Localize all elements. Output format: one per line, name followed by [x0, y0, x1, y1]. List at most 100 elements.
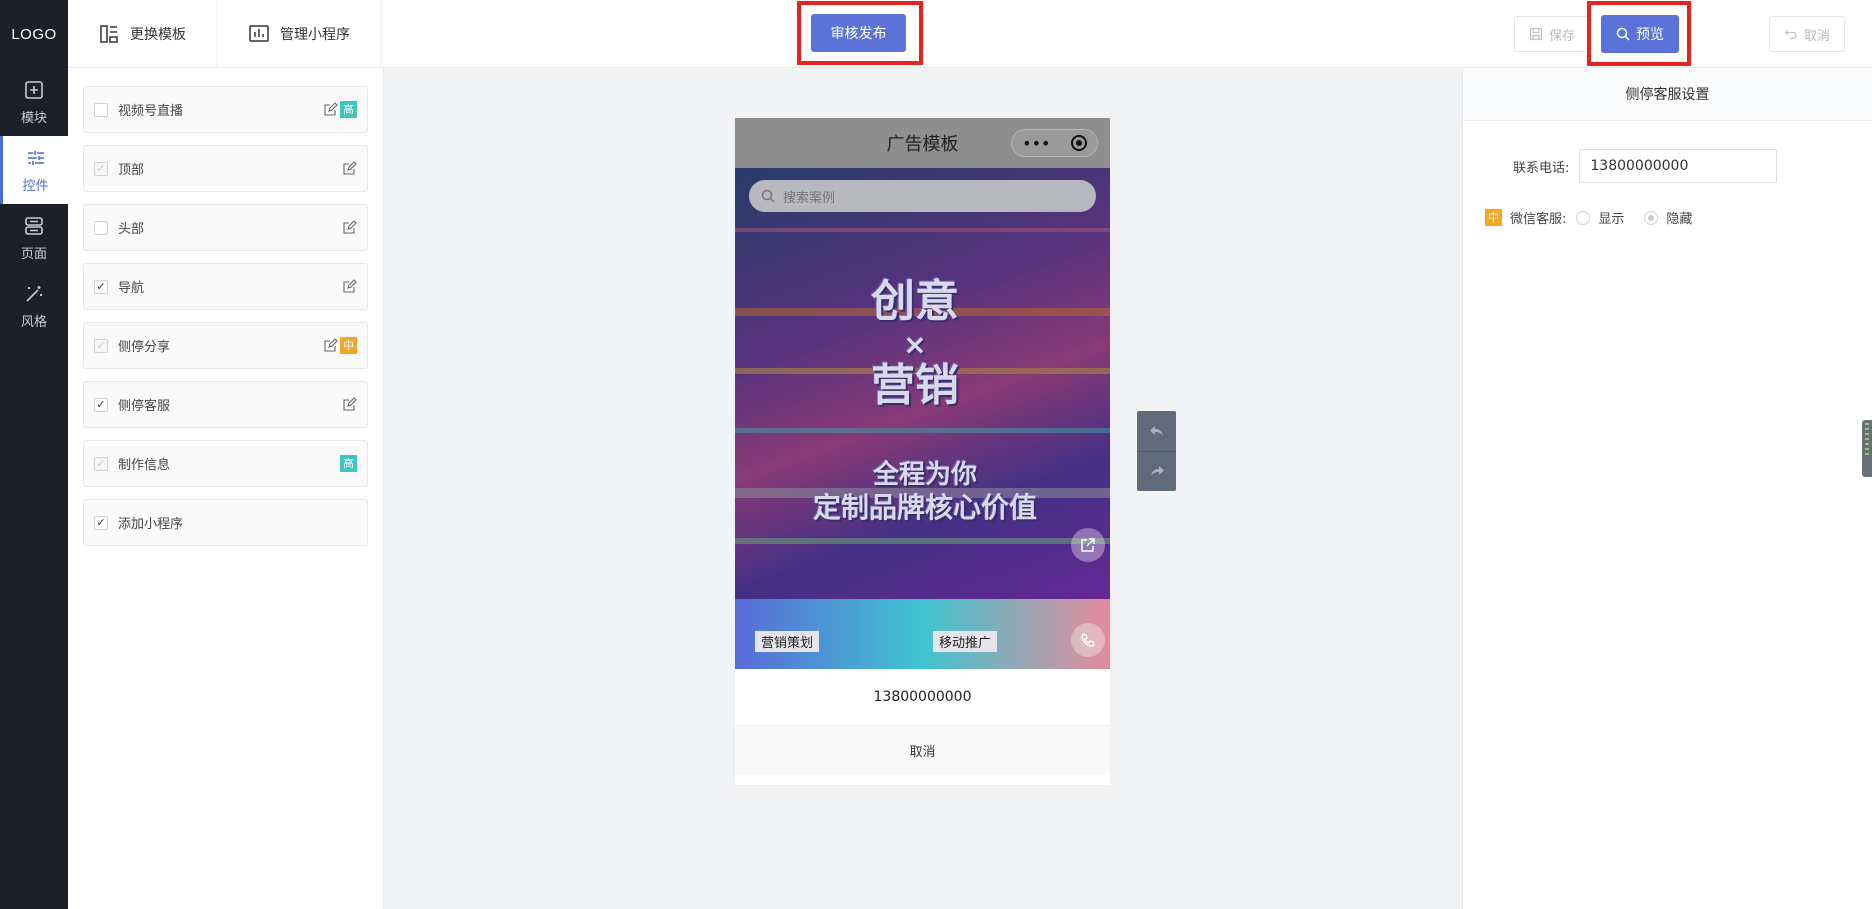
phone-number-option[interactable]: 13800000000 — [735, 669, 1110, 726]
bar-chart-icon — [249, 25, 269, 42]
left-rail: LOGO 模块 控件 页面 风格 — [0, 0, 68, 909]
close-target-icon[interactable] — [1070, 135, 1087, 151]
widget-checkbox[interactable] — [94, 102, 108, 117]
save-button[interactable]: 保存 — [1514, 16, 1590, 52]
slogan-line4: 定制品牌核心价值 — [812, 491, 1037, 524]
widget-label: 侧停分享 — [118, 340, 171, 355]
widget-label: 添加小程序 — [118, 517, 184, 532]
wechat-setting-row: 中 微信客服: 显示 隐藏 — [1483, 208, 1692, 227]
widget-item-header[interactable]: 头部 — [83, 204, 368, 251]
more-icon[interactable]: ••• — [1022, 134, 1050, 153]
undo-icon — [1784, 29, 1797, 40]
search-placeholder: 搜索案例 — [783, 190, 836, 206]
save-icon — [1529, 27, 1543, 41]
phone-preview: 广告模板 ••• 搜索案例 创意 × 营销 全程为你 定制品牌核心价值 营销策划… — [735, 118, 1110, 785]
level-tag: 高 — [340, 101, 357, 118]
save-label: 保存 — [1548, 28, 1575, 44]
slogan-x: × — [903, 328, 927, 361]
radio-show-label[interactable]: 显示 — [1598, 208, 1624, 227]
level-tag: 中 — [1485, 209, 1502, 226]
widget-item-side-share[interactable]: ✓ 侧停分享 中 — [83, 322, 368, 369]
edit-icon[interactable] — [342, 279, 357, 294]
phone-search-bar[interactable]: 搜索案例 — [749, 180, 1096, 212]
widget-item-nav[interactable]: ✓ 导航 — [83, 263, 368, 310]
widget-label: 侧停客服 — [118, 399, 171, 414]
edit-icon[interactable] — [342, 397, 357, 412]
level-tag: 高 — [340, 455, 357, 472]
widget-item-video-live[interactable]: 视频号直播 高 — [83, 86, 368, 133]
phone-icon — [1081, 633, 1095, 647]
edit-icon[interactable] — [342, 161, 357, 176]
widget-checkbox: ✓ — [94, 338, 108, 353]
phone-nav-bar: 广告模板 ••• — [735, 118, 1110, 168]
widget-checkbox[interactable]: ✓ — [94, 515, 108, 530]
rail-item-modules[interactable]: 模块 — [0, 68, 68, 136]
phone-setting-row: 联系电话: 13800000000 — [1513, 149, 1778, 183]
phone-label: 联系电话: — [1513, 160, 1570, 176]
edit-icon[interactable] — [323, 102, 338, 117]
redo-icon — [1150, 466, 1164, 477]
tab-label: 管理小程序 — [280, 27, 350, 43]
tab-label: 更换模板 — [130, 27, 186, 43]
share-float-button[interactable] — [1071, 528, 1105, 562]
rail-item-pages[interactable]: 页面 — [0, 204, 68, 272]
widget-item-top[interactable]: ✓ 顶部 — [83, 145, 368, 192]
search-icon — [761, 189, 775, 203]
cancel-button[interactable]: 取消 — [1769, 16, 1845, 52]
publish-button[interactable]: 审核发布 — [811, 14, 906, 52]
radio-show[interactable] — [1576, 210, 1591, 225]
widget-label: 顶部 — [118, 163, 145, 178]
widget-item-add-miniprogram[interactable]: ✓ 添加小程序 — [83, 499, 368, 546]
search-icon — [1616, 27, 1630, 41]
magic-wand-icon — [26, 285, 42, 302]
widget-checkbox: ✓ — [94, 456, 108, 471]
rail-item-label: 页面 — [20, 246, 47, 262]
undo-button[interactable] — [1137, 411, 1176, 451]
rail-item-style[interactable]: 风格 — [0, 272, 68, 340]
card-label: 营销策划 — [755, 631, 820, 652]
plus-square-icon — [25, 80, 43, 99]
settings-title: 侧停客服设置 — [1463, 68, 1872, 121]
feature-cards[interactable]: 营销策划 移动推广 — [735, 599, 1110, 669]
undo-icon — [1149, 425, 1163, 436]
edit-icon[interactable] — [342, 220, 357, 235]
preview-button[interactable]: 预览 — [1601, 15, 1679, 53]
phone-call-float-button[interactable] — [1071, 623, 1105, 657]
miniprogram-capsule[interactable]: ••• — [1011, 129, 1098, 157]
edit-icon[interactable] — [323, 338, 338, 353]
level-tag: 中 — [340, 337, 357, 354]
widget-checkbox[interactable]: ✓ — [94, 279, 108, 294]
preview-label: 预览 — [1636, 26, 1664, 42]
widget-label: 视频号直播 — [118, 104, 184, 119]
widget-list: 视频号直播 高 ✓ 顶部 头部 ✓ 导航 ✓ 侧停分享 中 ✓ 侧停客服 ✓ 制… — [68, 68, 384, 909]
widget-checkbox[interactable] — [94, 220, 108, 235]
rail-item-label: 控件 — [22, 178, 49, 194]
phone-title: 广告模板 — [886, 134, 959, 155]
widget-item-side-service[interactable]: ✓ 侧停客服 — [83, 381, 368, 428]
widget-label: 头部 — [118, 222, 145, 237]
pages-icon — [25, 216, 43, 235]
cancel-label: 取消 — [1803, 28, 1830, 44]
edge-handle[interactable] — [1862, 420, 1872, 477]
widget-item-credits[interactable]: ✓ 制作信息 高 — [83, 440, 368, 487]
tab-change-template[interactable]: 更换模板 — [68, 0, 217, 68]
ad-banner[interactable]: 搜索案例 创意 × 营销 全程为你 定制品牌核心价值 — [735, 168, 1110, 599]
app-root: LOGO 模块 控件 页面 风格 更换模板 管理小程序 审核发布 保存 预览 取… — [0, 0, 1872, 909]
undo-redo-panel — [1137, 411, 1176, 491]
rail-item-label: 模块 — [20, 110, 47, 126]
widget-label: 导航 — [118, 281, 145, 296]
wechat-label: 微信客服: — [1510, 212, 1567, 227]
redo-button[interactable] — [1137, 450, 1176, 492]
radio-hide[interactable] — [1644, 210, 1659, 225]
phone-input[interactable]: 13800000000 — [1579, 149, 1778, 183]
rail-item-controls[interactable]: 控件 — [0, 136, 68, 204]
phone-cancel-option[interactable]: 取消 — [735, 726, 1110, 775]
slogan-line1: 创意 — [871, 276, 959, 327]
widget-checkbox[interactable]: ✓ — [94, 397, 108, 412]
share-icon — [1081, 538, 1095, 552]
radio-hide-label[interactable]: 隐藏 — [1666, 208, 1692, 227]
tab-manage-miniprogram[interactable]: 管理小程序 — [218, 0, 381, 68]
card-label: 移动推广 — [933, 631, 998, 652]
template-icon — [100, 25, 118, 43]
widget-label: 制作信息 — [118, 458, 171, 473]
